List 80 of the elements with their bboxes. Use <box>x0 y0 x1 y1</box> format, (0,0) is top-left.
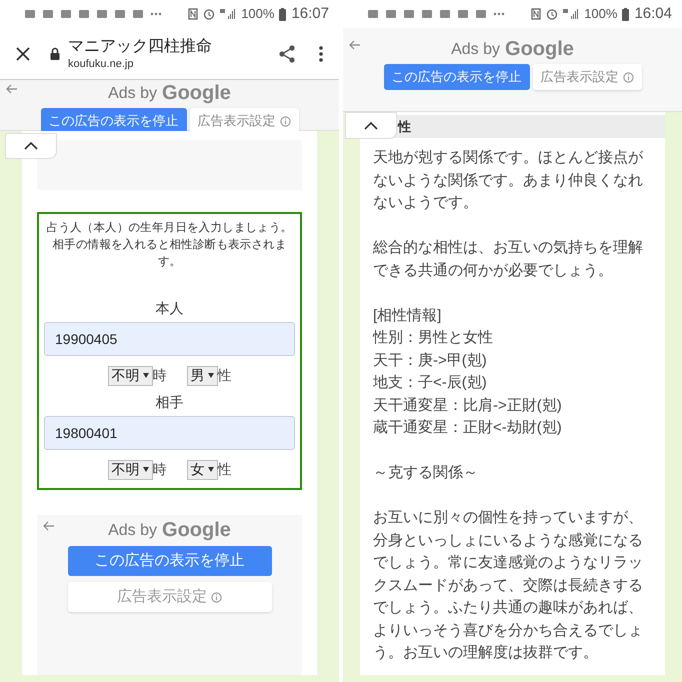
chevron-up-icon <box>364 122 378 130</box>
hour-dropdown[interactable]: 不明 <box>108 460 152 480</box>
alarm-icon <box>203 8 216 20</box>
collapse-tab[interactable] <box>345 112 397 139</box>
birthdate-input[interactable]: 19800401 <box>44 416 295 450</box>
chevron-up-icon <box>24 142 38 150</box>
lock-icon <box>50 47 60 60</box>
body-text: 総合的な相性は、お互いの気持ちを理解できる共通の何かが必要でしょう。 <box>373 238 644 280</box>
hour-suffix: 時 <box>152 366 166 385</box>
close-icon[interactable] <box>16 46 30 60</box>
nfc-icon <box>188 8 198 20</box>
back-arrow-icon[interactable] <box>6 84 18 94</box>
body-text: 地支：子<-辰(剋) <box>373 373 488 393</box>
alarm-icon <box>546 8 558 20</box>
google-label: Google <box>505 38 574 60</box>
signal-icon <box>563 8 580 20</box>
stop-ad-button[interactable]: この広告の表示を停止 <box>68 546 272 576</box>
notification-icon <box>96 9 108 19</box>
notification-icon <box>60 9 72 19</box>
body-text: 天干通変星：比肩->正財(剋) <box>373 396 563 416</box>
ad-settings-button[interactable]: 広告表示設定 <box>532 64 642 90</box>
ads-label: Ads by <box>451 40 500 60</box>
back-arrow-icon[interactable] <box>43 521 55 531</box>
notification-icon <box>367 9 379 19</box>
status-time: 16:04 <box>634 4 672 24</box>
page-title: マニアック四柱推命 <box>68 36 212 56</box>
stop-ad-button[interactable]: この広告の表示を停止 <box>384 64 530 90</box>
notification-icon <box>385 9 397 19</box>
ads-label: Ads by <box>108 521 158 541</box>
status-time: 16:07 <box>291 4 329 24</box>
notification-icon <box>421 9 433 19</box>
body-text: [相性情報] <box>373 306 442 326</box>
notification-icon <box>132 9 144 19</box>
notification-icon <box>475 9 487 19</box>
notification-icon <box>439 9 451 19</box>
caret-icon <box>208 373 214 378</box>
body-text: 性別：男性と女性 <box>373 328 494 348</box>
info-icon <box>280 116 290 126</box>
notification-icon <box>457 9 469 19</box>
more-icon[interactable] <box>319 46 323 62</box>
notification-icon <box>42 9 54 19</box>
form-instructions: 占う人（本人）の生年月日を入力しましょう。相手の情報を入れると相性診断も表示されます。 <box>46 220 294 270</box>
more-notifications-icon <box>150 12 162 16</box>
body-text: 天干：庚->甲(剋) <box>373 350 488 370</box>
caret-icon <box>142 373 148 378</box>
person-label: 相手 <box>156 393 184 412</box>
body-text: ～克する関係～ <box>373 463 479 483</box>
battery-percent: 100% <box>241 5 274 24</box>
nfc-icon <box>531 8 542 20</box>
page-url: koufuku.ne.jp <box>68 56 134 70</box>
battery-icon <box>622 8 630 20</box>
google-label: Google <box>162 519 231 541</box>
google-label: Google <box>162 82 231 104</box>
gender-dropdown[interactable]: 女 <box>186 460 218 480</box>
signal-icon <box>220 8 236 20</box>
birthdate-input[interactable]: 19900405 <box>44 322 295 356</box>
share-icon[interactable] <box>279 44 295 62</box>
gender-suffix: 性 <box>218 366 232 385</box>
gender-dropdown[interactable]: 男 <box>186 366 218 386</box>
hour-dropdown[interactable]: 不明 <box>108 366 152 386</box>
more-notifications-icon <box>493 12 505 16</box>
info-icon <box>211 592 222 602</box>
caret-icon <box>208 467 214 472</box>
notification-icon <box>78 9 90 19</box>
battery-percent: 100% <box>584 5 618 24</box>
body-text: お互いに別々の個性を持っていますが、分身といっしょにいるような感覚になるでしょう。常に友達感覚のようなリラックスムードがあって、交際は長続きするでしょう。ふたり共通の趣味があれば、よりいっそう喜びを分かち合えるでしょう。お互いの理解度は抜群です。 <box>373 508 644 663</box>
hour-suffix: 時 <box>152 460 166 479</box>
battery-icon <box>279 8 286 20</box>
body-text: 天地が剋する関係です。ほとんど接点がないような関係です。あまり仲良くなれないようです。 <box>373 148 644 213</box>
back-arrow-icon[interactable] <box>349 40 361 50</box>
notification-icon <box>114 9 126 19</box>
notification-icon <box>24 9 36 19</box>
ads-label: Ads by <box>108 84 158 104</box>
notification-icon <box>403 9 415 19</box>
body-text: 蔵干通変星：正財<-劫財(剋) <box>373 418 563 438</box>
caret-icon <box>142 467 148 472</box>
collapse-tab[interactable] <box>5 133 57 159</box>
person-label: 本人 <box>156 299 184 318</box>
gender-suffix: 性 <box>218 460 232 479</box>
info-icon <box>622 72 634 82</box>
